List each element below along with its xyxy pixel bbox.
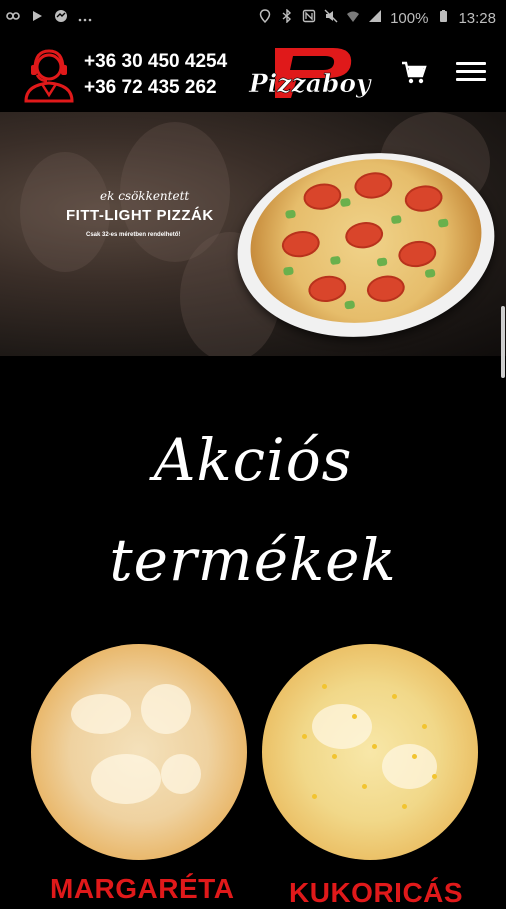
pizzaboy-logo[interactable]: Pizzaboy (245, 44, 375, 104)
margareta-pizza-image[interactable] (31, 644, 247, 860)
heading-line-2: termékek (109, 526, 397, 594)
svg-text:Pizzaboy: Pizzaboy (248, 69, 372, 98)
bluetooth-icon (280, 9, 294, 27)
support-agent-icon[interactable] (20, 45, 78, 103)
phone-numbers: +36 30 450 4254 +36 72 435 262 (84, 49, 227, 101)
status-bar: 100% 13:28 (0, 0, 506, 36)
section-heading: Akciós termékek (0, 410, 506, 610)
play-icon (30, 9, 44, 27)
battery-icon (436, 9, 450, 27)
hamburger-menu-icon[interactable] (456, 62, 486, 86)
battery-level: 100% (390, 9, 429, 27)
wifi-icon (346, 9, 360, 27)
cart-icon[interactable] (401, 61, 427, 85)
link-icon (6, 9, 20, 27)
clock: 13:28 (458, 9, 496, 27)
signal-icon (368, 9, 382, 27)
banner-subtitle: ek csökkentett (100, 189, 190, 203)
banner-note: Csak 32-es méretben rendelhető! (86, 232, 181, 238)
mute-icon (324, 9, 338, 27)
banner-title: FITT-LIGHT PIZZÁK (66, 207, 214, 224)
nfc-icon (302, 9, 316, 27)
phone-link-2[interactable]: +36 72 435 262 (84, 75, 227, 101)
heading-line-1: Akciós (153, 426, 353, 494)
location-icon (258, 9, 272, 27)
product-name-kukoricas[interactable]: KUKORICÁS (289, 877, 463, 909)
site-header: +36 30 450 4254 +36 72 435 262 Pizzaboy (0, 36, 506, 112)
more-icon (78, 9, 92, 27)
scrollbar[interactable] (501, 306, 505, 378)
phone-link-1[interactable]: +36 30 450 4254 (84, 49, 227, 75)
promo-banner[interactable]: ek csökkentett FITT-LIGHT PIZZÁK Csak 32… (0, 112, 506, 356)
kukoricas-pizza-image[interactable] (262, 644, 478, 860)
product-name-margareta[interactable]: MARGARÉTA (50, 873, 234, 905)
messenger-icon (54, 9, 68, 27)
